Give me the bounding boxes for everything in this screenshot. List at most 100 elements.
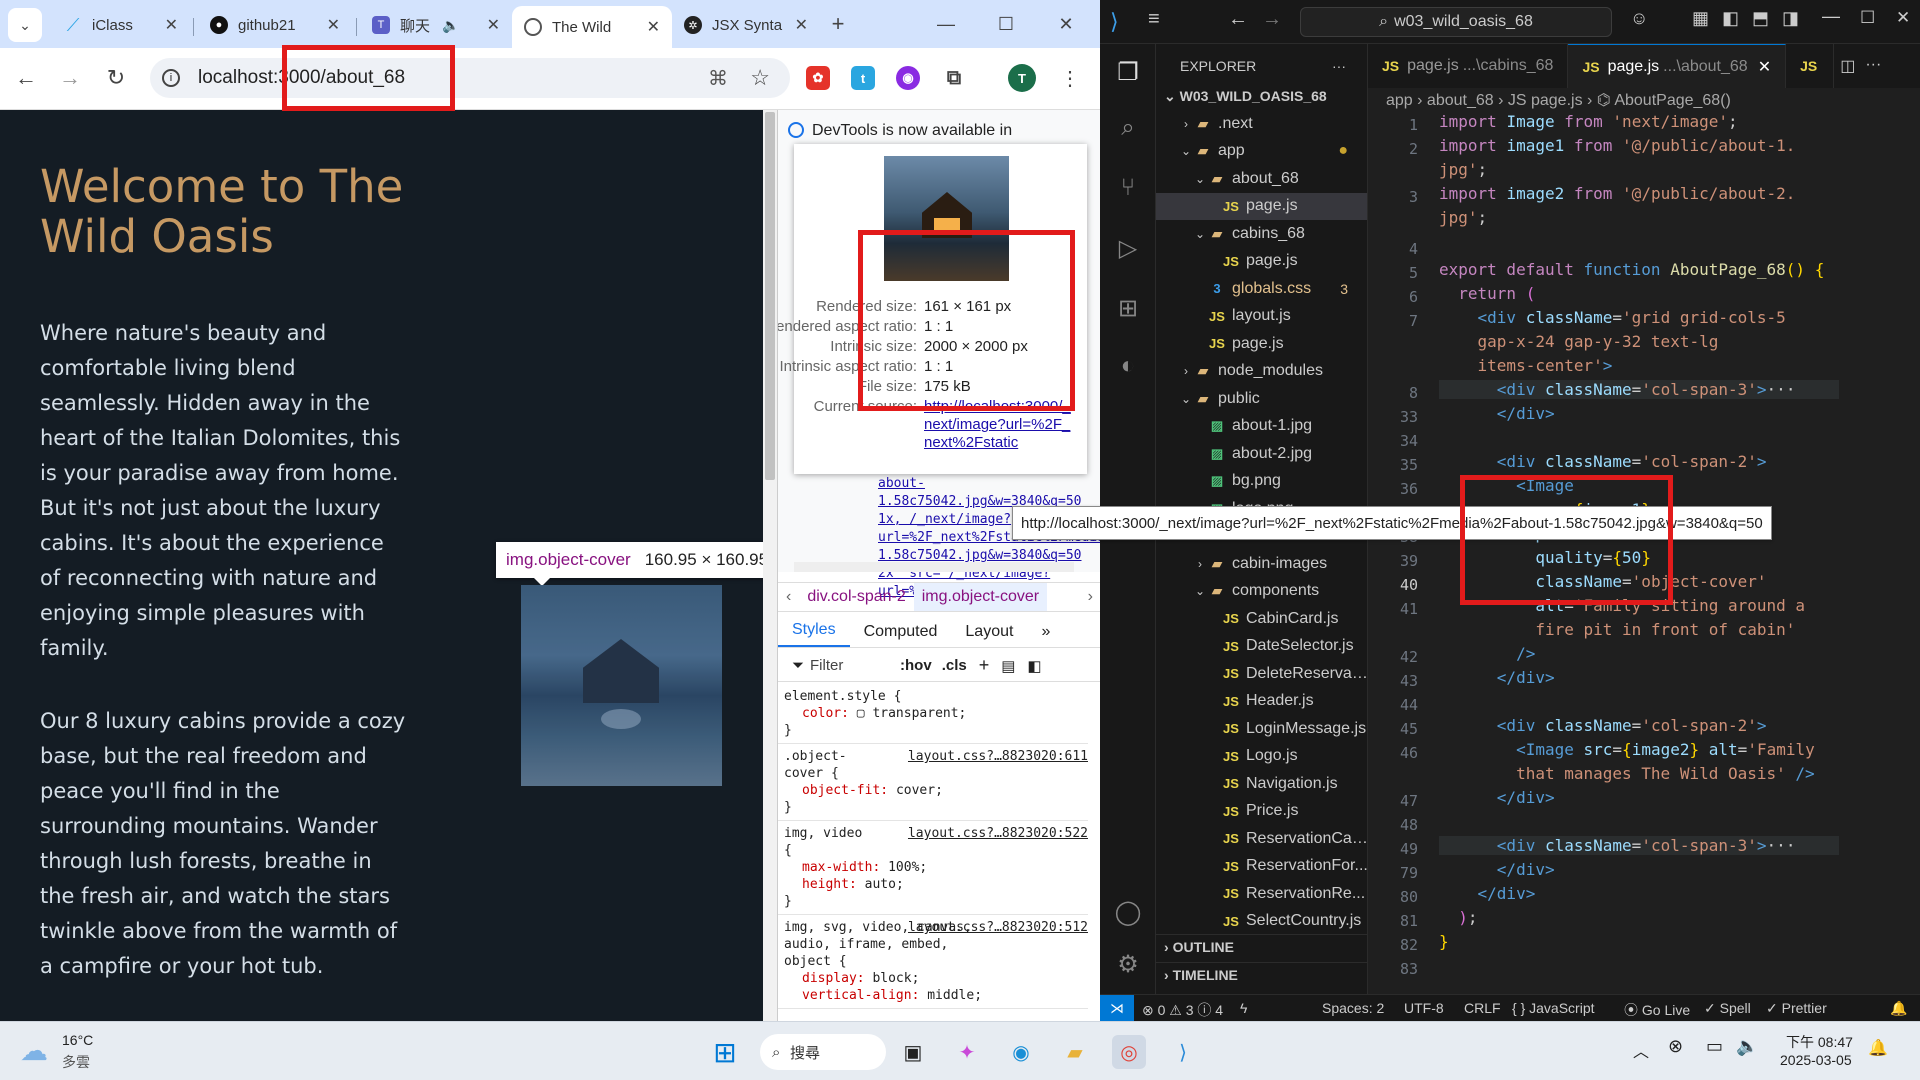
tree-item[interactable]: JS ReservationRe... — [1156, 880, 1367, 908]
run-debug-icon[interactable]: ▷ — [1112, 232, 1144, 264]
notifications-bell-icon[interactable]: 🔔 — [1890, 1000, 1907, 1017]
tree-item[interactable]: ⌄ ▰ app ● — [1156, 138, 1367, 166]
tree-item[interactable]: JS Price.js — [1156, 798, 1367, 826]
code-line[interactable]: return ( — [1439, 284, 1535, 303]
speaker-icon[interactable]: 🔈 — [442, 17, 459, 34]
spell-status[interactable]: ✓ Spell — [1704, 1000, 1751, 1017]
toggle-secondary-icon[interactable]: ◨ — [1782, 8, 1799, 29]
scrollbar-thumb[interactable] — [765, 112, 775, 480]
close-icon[interactable]: ✕ — [319, 15, 340, 35]
code-line[interactable]: </div> — [1439, 884, 1536, 903]
chevron-right-icon[interactable]: › — [1080, 588, 1100, 606]
editor-breadcrumb[interactable]: app › about_68 › JS page.js › ⌬ AboutPag… — [1368, 88, 1920, 112]
layout-icon[interactable]: ▦ — [1692, 8, 1709, 29]
indent-status[interactable]: Spaces: 2 — [1322, 1000, 1384, 1016]
tree-item[interactable]: JS LoginMessage.js — [1156, 715, 1367, 743]
tab-computed[interactable]: Computed — [850, 623, 952, 647]
tree-item[interactable]: › ▰ .next — [1156, 110, 1367, 138]
remote-explorer-icon[interactable]: ◐ — [1112, 350, 1144, 382]
chevron-left-icon[interactable]: ‹ — [778, 588, 799, 606]
tree-item[interactable]: JS ReservationCar... — [1156, 825, 1367, 853]
code-line[interactable]: <Image src={image2} alt='Family — [1439, 740, 1815, 759]
tree-item[interactable]: JS DateSelector.js — [1156, 633, 1367, 661]
code-line[interactable]: import image2 from '@/public/about-2. — [1439, 184, 1795, 203]
tree-item[interactable]: ⌄ ▰ cabins_68 — [1156, 220, 1367, 248]
tree-item[interactable]: 3 globals.css 3 — [1156, 275, 1367, 303]
tree-item[interactable]: JS DeleteReservat... — [1156, 660, 1367, 688]
close-icon[interactable]: ✕ — [479, 15, 500, 35]
tab-teams[interactable]: T 聊天 🔈 ✕ — [360, 8, 512, 42]
close-window-button[interactable]: ✕ — [1050, 8, 1082, 40]
editor-tab-cabins-page[interactable]: JS page.js ...\cabins_68 — [1368, 44, 1569, 88]
extension-red-icon[interactable]: ✿ — [806, 66, 830, 90]
tree-item[interactable]: JS ReservationFor... — [1156, 853, 1367, 881]
status-x-icon[interactable]: ⊗ — [1668, 1036, 1683, 1057]
prettier-status[interactable]: ✓ Prettier — [1766, 1000, 1827, 1017]
code-line[interactable]: jpg'; — [1439, 208, 1487, 227]
add-rule-icon[interactable]: + — [979, 655, 990, 676]
tree-item[interactable]: ⌄ ▰ components — [1156, 578, 1367, 606]
copilot-icon[interactable]: ☺ — [1630, 8, 1648, 29]
page-scrollbar[interactable] — [763, 110, 777, 1021]
tab-the-wild[interactable]: The Wild ✕ — [512, 6, 672, 48]
code-line[interactable]: <div className='col-span-3'>··· — [1439, 836, 1839, 855]
code-line[interactable]: import Image from 'next/image'; — [1439, 112, 1738, 131]
code-line[interactable]: items-center'> — [1439, 356, 1613, 375]
address-bar[interactable]: i localhost:3000/about_68 ⌘ ☆ — [150, 58, 790, 98]
code-line[interactable]: /> — [1439, 644, 1535, 663]
tree-item[interactable]: ⌄ ▰ about_68 — [1156, 165, 1367, 193]
network-icon[interactable]: ▭ — [1706, 1036, 1723, 1057]
timeline-section[interactable]: › TIMELINE — [1156, 962, 1367, 983]
code-line[interactable]: className='object-cover' — [1439, 572, 1766, 591]
toggle-sidebar-icon[interactable]: ◧ — [1722, 8, 1739, 29]
account-icon[interactable]: ◯ — [1112, 896, 1144, 928]
lightning-icon[interactable]: ϟ — [1240, 1000, 1247, 1016]
code-line[interactable]: gap-x-24 gap-y-32 text-lg — [1439, 332, 1719, 351]
toggle-panel-icon[interactable]: ⬒ — [1752, 8, 1769, 29]
problems-status[interactable]: ⊗ 0 ⚠ 3 ⓘ 4 — [1142, 1000, 1223, 1020]
go-live-button[interactable]: ⦿ Go Live — [1624, 1000, 1690, 1020]
explorer-icon[interactable]: ❐ — [1112, 56, 1144, 88]
close-icon[interactable]: ✕ — [639, 17, 660, 37]
eol-status[interactable]: CRLF — [1464, 1000, 1501, 1016]
tree-item[interactable]: JS SelectCountry.js — [1156, 908, 1367, 936]
code-line[interactable]: alt='Family sitting around a — [1439, 596, 1805, 615]
workspace-root[interactable]: ⌄ W03_WILD_OASIS_68 — [1156, 88, 1367, 110]
tree-item[interactable]: JS page.js — [1156, 192, 1367, 220]
chevron-up-icon[interactable]: ︿ — [1633, 1038, 1649, 1062]
language-status[interactable]: { } JavaScript — [1512, 1000, 1595, 1016]
more-menu-icon[interactable]: ⋮ — [1054, 62, 1086, 94]
more-actions-icon[interactable]: ··· — [1865, 56, 1881, 88]
tab-iclass[interactable]: ⟋ iClass ✕ — [52, 8, 190, 42]
tree-item[interactable]: ⌄ ▰ public — [1156, 385, 1367, 413]
close-icon[interactable]: ✕ — [157, 15, 178, 35]
sidebar-toggle-icon[interactable]: ◧ — [1027, 657, 1041, 675]
nav-back-icon[interactable]: ← — [1228, 8, 1248, 31]
weather-cloud-icon[interactable]: ☁ — [20, 1034, 48, 1067]
extension-purple-icon[interactable]: ◉ — [896, 66, 920, 90]
tree-item[interactable]: JS Navigation.js — [1156, 770, 1367, 798]
code-line[interactable]: <div className='grid grid-cols-5 — [1439, 308, 1786, 327]
tree-item[interactable]: JS Header.js — [1156, 688, 1367, 716]
tree-item[interactable]: JS Logo.js — [1156, 743, 1367, 771]
extensions-puzzle-icon[interactable]: ⧉ — [942, 66, 966, 90]
code-line[interactable]: <div className='col-span-2'> — [1439, 452, 1767, 471]
extensions-icon[interactable]: ⊞ — [1112, 292, 1144, 324]
extension-t-icon[interactable]: t — [851, 66, 875, 90]
tree-item[interactable]: ▨ about-2.jpg — [1156, 440, 1367, 468]
weather-temp[interactable]: 16°C — [62, 1032, 93, 1048]
tree-item[interactable]: ▨ bg.png — [1156, 468, 1367, 496]
outline-section[interactable]: › OUTLINE — [1156, 934, 1367, 955]
chrome-taskbar-icon[interactable]: ◎ — [1112, 1035, 1146, 1069]
breadcrumb-img[interactable]: img.object-cover — [913, 583, 1048, 611]
paint-icon[interactable]: ▤ — [1001, 657, 1015, 675]
filter-input[interactable]: Filter — [810, 657, 900, 674]
tree-item[interactable]: JS CabinCard.js — [1156, 605, 1367, 633]
back-icon[interactable]: ← — [10, 62, 42, 94]
tree-item[interactable]: ▨ about-1.jpg — [1156, 413, 1367, 441]
nav-forward-icon[interactable]: → — [1262, 8, 1282, 31]
translate-icon[interactable]: ⌘ — [708, 66, 728, 91]
bookmark-star-icon[interactable]: ☆ — [750, 65, 770, 91]
copilot-icon[interactable]: ✦ — [950, 1035, 984, 1069]
tree-item[interactable]: JS layout.js — [1156, 303, 1367, 331]
